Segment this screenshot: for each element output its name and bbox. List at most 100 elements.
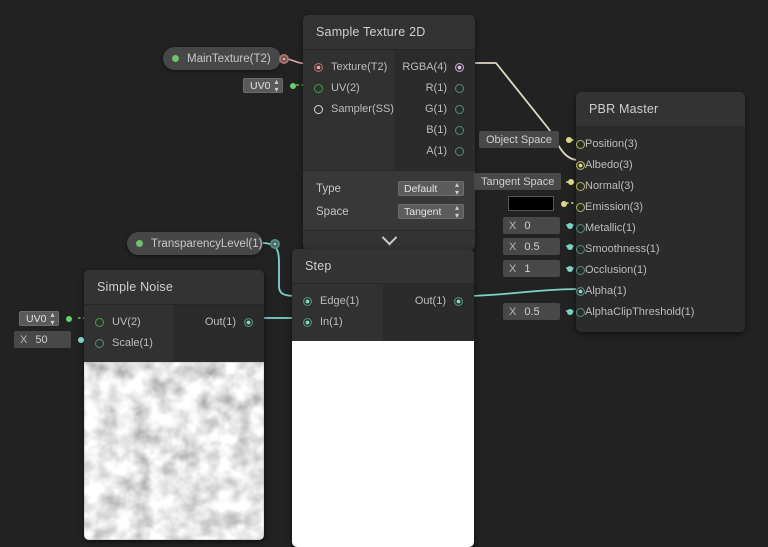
port-label: Out(1) [414, 295, 446, 307]
slot-maintexture-out-icon[interactable] [278, 53, 289, 64]
node-step[interactable]: Step Edge(1) In(1) Out(1) [292, 249, 474, 547]
port-smoothness[interactable]: Smoothness(1) [576, 239, 745, 260]
input-port-column: Texture(T2) UV(2) Sampler(SS) [303, 50, 394, 170]
slot-position-icon[interactable] [576, 140, 585, 149]
node-simple-noise[interactable]: Simple Noise UV(2) Scale(1) Out(1) [84, 270, 264, 540]
smoothness-value: 0.5 [524, 240, 540, 253]
port-label: G(1) [425, 103, 447, 115]
uv-channel-dropdown[interactable]: UV0 ▴ ▾ [19, 310, 60, 326]
port-label: B(1) [426, 124, 447, 136]
param-label: Space [316, 205, 349, 218]
port-label: UV(2) [112, 316, 141, 328]
node-pbr-master[interactable]: PBR Master Position(3) Albedo(3) Normal(… [576, 92, 745, 332]
slot-edge-icon[interactable] [303, 297, 312, 306]
field-position-space[interactable]: Object Space [479, 131, 573, 148]
port-sampler[interactable]: Sampler(SS) [303, 99, 394, 120]
step-preview [292, 341, 474, 547]
slot-uv-icon[interactable] [314, 84, 323, 93]
port-label: In(1) [320, 316, 343, 328]
uv-channel-value: UV0 [250, 79, 271, 92]
port-g[interactable]: G(1) [394, 99, 475, 120]
smoothness-input[interactable]: X 0.5 [503, 238, 560, 255]
slot-out-icon[interactable] [454, 297, 463, 306]
shader-graph-canvas[interactable]: Sample Texture 2D Texture(T2) UV(2) Samp… [0, 0, 768, 547]
slot-scale-icon[interactable] [95, 339, 104, 348]
slot-uv-icon[interactable] [95, 318, 104, 327]
slot-smoothness-icon[interactable] [576, 245, 585, 254]
field-emission-color[interactable] [508, 195, 567, 212]
emission-color-swatch[interactable] [508, 196, 554, 211]
normal-space-value[interactable]: Tangent Space [474, 173, 562, 190]
port-alpha[interactable]: Alpha(1) [576, 281, 745, 302]
node-sample-texture-2d[interactable]: Sample Texture 2D Texture(T2) UV(2) Samp… [303, 15, 475, 250]
slot-alphaclipthreshold-icon[interactable] [576, 308, 585, 317]
slot-transparencylevel-out-icon[interactable] [270, 238, 281, 249]
field-metallic[interactable]: X 0 [503, 217, 573, 234]
property-transparency-level[interactable]: TransparencyLevel(1) [127, 232, 281, 255]
slot-albedo-icon[interactable] [576, 161, 585, 170]
field-occlusion[interactable]: X 1 [503, 260, 573, 277]
node-title: Simple Noise [84, 270, 264, 305]
port-occlusion[interactable]: Occlusion(1) [576, 260, 745, 281]
field-noise-uv[interactable]: UV0 ▴ ▾ [19, 310, 73, 327]
port-normal[interactable]: Normal(3) [576, 176, 745, 197]
port-in[interactable]: In(1) [292, 312, 383, 333]
port-emission[interactable]: Emission(3) [576, 197, 745, 218]
slot-texture-icon[interactable] [314, 63, 323, 72]
occlusion-input[interactable]: X 1 [503, 260, 560, 277]
slot-a-icon[interactable] [455, 147, 464, 156]
scale-input[interactable]: X 50 [14, 331, 71, 348]
port-out[interactable]: Out(1) [174, 312, 264, 333]
field-noise-scale[interactable]: X 50 [14, 331, 84, 348]
slot-emission-icon[interactable] [576, 203, 585, 212]
slot-rgba-icon[interactable] [455, 63, 464, 72]
alphaclipthreshold-input[interactable]: X 0.5 [503, 303, 560, 320]
port-alpha-clip-threshold[interactable]: AlphaClipThreshold(1) [576, 302, 745, 323]
slot-b-icon[interactable] [455, 126, 464, 135]
port-metallic[interactable]: Metallic(1) [576, 218, 745, 239]
field-dot-icon [567, 265, 573, 272]
slot-metallic-icon[interactable] [576, 224, 585, 233]
slot-occlusion-icon[interactable] [576, 266, 585, 275]
port-r[interactable]: R(1) [394, 78, 475, 99]
port-albedo[interactable]: Albedo(3) [576, 155, 745, 176]
slot-in-icon[interactable] [303, 318, 312, 327]
slot-r-icon[interactable] [455, 84, 464, 93]
port-label: UV(2) [331, 82, 360, 94]
port-uv[interactable]: UV(2) [84, 312, 174, 333]
port-label: A(1) [426, 145, 447, 157]
port-out[interactable]: Out(1) [383, 291, 474, 312]
field-alpha-clip-threshold[interactable]: X 0.5 [503, 303, 573, 320]
slot-alpha-icon[interactable] [576, 287, 585, 296]
uv-channel-dropdown[interactable]: UV0 ▴ ▾ [243, 77, 284, 93]
slot-out-icon[interactable] [244, 318, 253, 327]
field-normal-space[interactable]: Tangent Space [474, 173, 575, 190]
position-space-value[interactable]: Object Space [479, 131, 560, 148]
input-port-column: Edge(1) In(1) [292, 284, 383, 341]
slot-sampler-icon[interactable] [314, 105, 323, 114]
port-texture[interactable]: Texture(T2) [303, 57, 394, 78]
port-a[interactable]: A(1) [394, 141, 475, 162]
port-rgba[interactable]: RGBA(4) [394, 57, 475, 78]
port-b[interactable]: B(1) [394, 120, 475, 141]
port-label: Sampler(SS) [331, 103, 394, 115]
param-label: Type [316, 182, 341, 195]
metallic-input[interactable]: X 0 [503, 217, 560, 234]
field-sampletexture-uv[interactable]: UV0 ▴ ▾ [243, 77, 297, 94]
port-position[interactable]: Position(3) [576, 134, 745, 155]
port-uv[interactable]: UV(2) [303, 78, 394, 99]
port-edge[interactable]: Edge(1) [292, 291, 383, 312]
space-dropdown[interactable]: Tangent ▴ ▾ [398, 203, 464, 219]
collapse-toggle[interactable] [303, 229, 475, 250]
slot-normal-icon[interactable] [576, 182, 585, 191]
type-dropdown[interactable]: Default ▴ ▾ [398, 180, 464, 196]
occlusion-value: 1 [524, 262, 531, 275]
slot-g-icon[interactable] [455, 105, 464, 114]
simple-noise-preview [84, 362, 264, 540]
field-dot-icon [566, 136, 573, 143]
property-main-texture[interactable]: MainTexture(T2) [163, 47, 289, 70]
port-scale[interactable]: Scale(1) [84, 333, 174, 354]
field-smoothness[interactable]: X 0.5 [503, 238, 573, 255]
port-label: Alpha(1) [585, 285, 627, 297]
node-title: Sample Texture 2D [303, 15, 475, 50]
